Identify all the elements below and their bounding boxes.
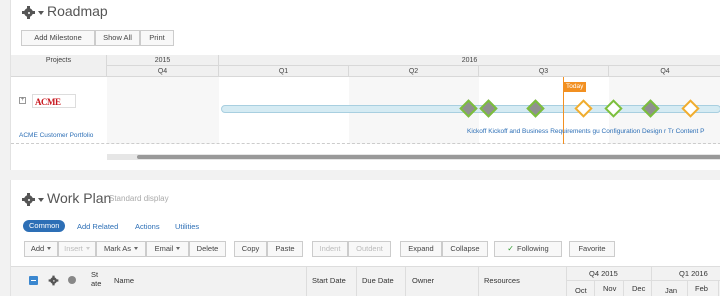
- horizontal-scrollbar-track[interactable]: [107, 154, 720, 160]
- acme-logo: ACME: [32, 94, 76, 108]
- tab-common[interactable]: Common: [23, 220, 66, 232]
- collapse-button[interactable]: Collapse: [442, 241, 488, 257]
- roadmap-title: Roadmap: [47, 3, 108, 19]
- print-button[interactable]: Print: [140, 30, 174, 46]
- col-owner[interactable]: Owner: [412, 276, 434, 285]
- expand-toggle[interactable]: +: [19, 97, 26, 104]
- select-all-icon[interactable]: [29, 276, 38, 285]
- quarter-q1: Q1: [219, 66, 349, 77]
- col-name[interactable]: Name: [114, 276, 134, 285]
- timeline-month-oct: Oct: [575, 286, 587, 295]
- today-marker: Today: [563, 82, 587, 92]
- col-start-date[interactable]: Start Date: [312, 276, 346, 285]
- project-link[interactable]: ACME Customer Portfolio: [19, 132, 93, 139]
- quarter-shade: [107, 77, 219, 144]
- timeline-month-feb: Feb: [695, 284, 708, 293]
- chevron-down-icon[interactable]: [38, 11, 44, 15]
- milestone-open[interactable]: [574, 99, 593, 118]
- add-milestone-button[interactable]: Add Milestone: [21, 30, 95, 46]
- quarter-q4-2016: Q4: [609, 66, 720, 77]
- mark-as-button[interactable]: Mark As: [96, 241, 146, 257]
- display-name[interactable]: Standard display: [109, 194, 169, 203]
- tab-utilities[interactable]: Utilities: [175, 222, 199, 231]
- delete-button[interactable]: Delete: [189, 241, 226, 257]
- show-all-button[interactable]: Show All: [95, 30, 140, 46]
- expand-button[interactable]: Expand: [400, 241, 442, 257]
- paste-button[interactable]: Paste: [267, 241, 303, 257]
- quarter-q2: Q2: [349, 66, 479, 77]
- milestone-labels: Kickoff Kickoff and Business Requirement…: [467, 128, 705, 135]
- milestone-done[interactable]: [526, 99, 545, 118]
- following-button[interactable]: ✓ Following: [494, 241, 562, 257]
- favorite-button[interactable]: Favorite: [569, 241, 615, 257]
- year-2015: 2015: [107, 55, 219, 66]
- col-state[interactable]: St ate: [91, 270, 101, 288]
- copy-button[interactable]: Copy: [234, 241, 267, 257]
- timeline-month-jan: Jan: [665, 286, 678, 295]
- indent-button: Indent: [312, 241, 348, 257]
- quarter-q3: Q3: [479, 66, 609, 77]
- settings-icon[interactable]: [48, 275, 59, 286]
- add-button[interactable]: Add: [24, 241, 58, 257]
- gear-icon[interactable]: [22, 6, 35, 19]
- outdent-button: Outdent: [348, 241, 391, 257]
- timeline-month-nov: Nov: [603, 284, 617, 293]
- col-due-date[interactable]: Due Date: [362, 276, 394, 285]
- insert-button: Insert: [58, 241, 96, 257]
- row-divider: [11, 143, 720, 144]
- workplan-panel: Work Plan Standard display Common Add Re…: [10, 180, 720, 296]
- timeline-quarter-q4-2015: Q4 2015: [589, 269, 618, 278]
- quarter-q4-2015: Q4: [107, 66, 219, 77]
- chevron-down-icon[interactable]: [38, 198, 44, 202]
- status-dot-icon: [68, 276, 76, 284]
- col-resources[interactable]: Resources: [484, 276, 520, 285]
- workplan-title: Work Plan: [47, 190, 112, 206]
- roadmap-panel: Roadmap Add Milestone Show All Print Pro…: [10, 0, 720, 170]
- milestone-kickoff-business-requirements[interactable]: [479, 99, 498, 118]
- email-button[interactable]: Email: [146, 241, 189, 257]
- year-2016: 2016: [219, 55, 720, 66]
- scrollbar-thumb[interactable]: [137, 155, 720, 159]
- tab-actions[interactable]: Actions: [135, 222, 160, 231]
- gear-icon[interactable]: [22, 193, 35, 206]
- timeline-month-dec: Dec: [632, 284, 646, 293]
- timeline-quarter-q1-2016: Q1 2016: [679, 269, 708, 278]
- projects-header: Projects: [11, 55, 107, 77]
- tab-add-related[interactable]: Add Related: [77, 222, 118, 231]
- check-icon: ✓: [507, 244, 514, 253]
